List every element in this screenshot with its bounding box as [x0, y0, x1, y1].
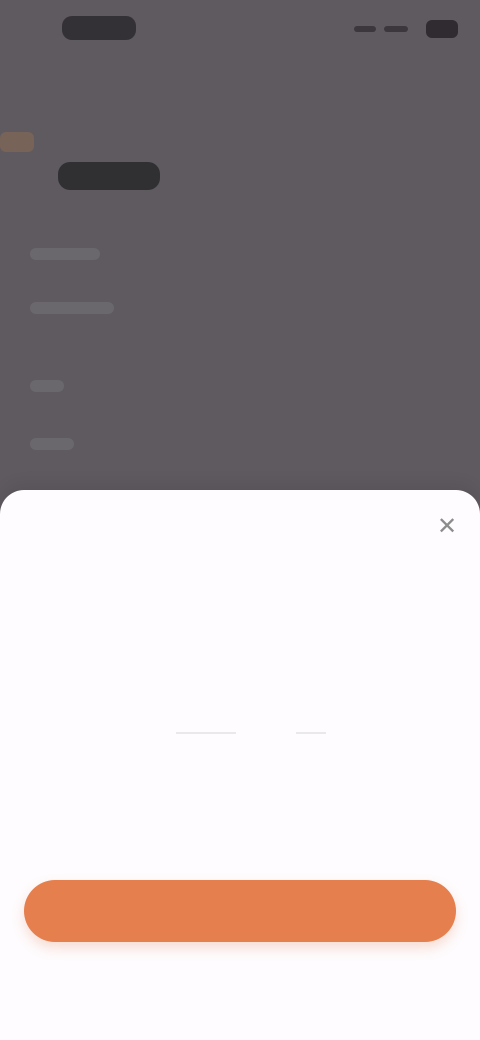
picker-divider	[176, 732, 236, 734]
primary-action-button[interactable]	[24, 880, 456, 942]
background-row	[30, 438, 74, 450]
background-row	[30, 302, 114, 314]
signal-icon	[354, 26, 376, 32]
wifi-icon	[384, 26, 408, 32]
picker-group[interactable]	[48, 628, 432, 838]
background-accent	[0, 132, 34, 152]
background-scrim	[0, 0, 480, 490]
bottom-sheet: ✕	[0, 490, 480, 1040]
status-bar	[0, 0, 480, 64]
background-row	[30, 248, 100, 260]
background-title	[58, 162, 160, 190]
close-icon[interactable]: ✕	[434, 514, 460, 540]
picker-column-1[interactable]	[48, 628, 172, 838]
picker-column-3[interactable]	[318, 628, 432, 838]
background-row	[30, 380, 64, 392]
picker-column-2[interactable]	[242, 628, 296, 838]
status-icons	[354, 18, 458, 40]
battery-icon	[426, 20, 458, 38]
status-time	[62, 16, 136, 40]
